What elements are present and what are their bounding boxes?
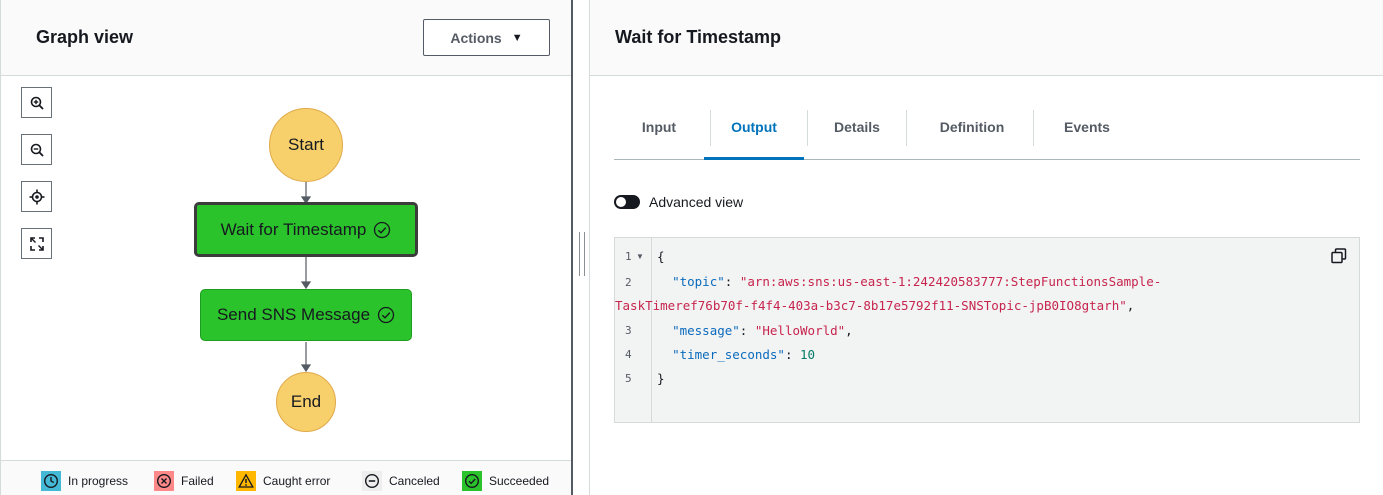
send-sns-message-node[interactable]: Send SNS Message bbox=[200, 289, 412, 341]
line-number-gutter: 1 ▼ 2 3 4 5 bbox=[615, 238, 652, 422]
tab-input[interactable]: Input bbox=[614, 102, 704, 160]
message-key: "message" bbox=[672, 323, 740, 338]
toggle-knob bbox=[616, 197, 626, 207]
panel-splitter[interactable] bbox=[571, 0, 589, 495]
sns-node-label: Send SNS Message bbox=[216, 305, 371, 324]
clock-icon bbox=[41, 471, 61, 491]
detail-panel-header: Wait for Timestamp bbox=[590, 0, 1383, 76]
minus-circle-icon bbox=[362, 471, 382, 491]
legend-caught-error: Caught error bbox=[236, 471, 330, 491]
output-code-viewer[interactable]: 1 ▼ 2 3 4 5 { "topic": "arn:aws:sns:us-e… bbox=[614, 237, 1360, 423]
code-line-4: "timer_seconds": 10 bbox=[672, 347, 816, 362]
legend-failed: Failed bbox=[154, 471, 214, 491]
end-node-label: End bbox=[290, 392, 322, 411]
tab-divider bbox=[1033, 110, 1034, 146]
code-line-2-wrap: TaskTimeref76b70f-f4f4-403a-b3c7-8b17e57… bbox=[615, 298, 1135, 313]
check-circle-icon bbox=[374, 221, 391, 238]
advanced-view-toggle-row: Advanced view bbox=[614, 192, 743, 212]
wait-for-timestamp-node[interactable]: Wait for Timestamp bbox=[194, 202, 418, 257]
legend-in-progress: In progress bbox=[41, 471, 128, 491]
start-node-label: Start bbox=[288, 135, 324, 154]
tab-definition[interactable]: Definition bbox=[912, 102, 1032, 160]
tab-divider bbox=[906, 110, 907, 146]
tab-details[interactable]: Details bbox=[811, 102, 903, 160]
advanced-view-toggle[interactable] bbox=[614, 195, 640, 209]
timer-seconds-value: 10 bbox=[800, 347, 816, 362]
code-line-1: { bbox=[657, 249, 665, 264]
warning-icon bbox=[236, 471, 256, 491]
tab-output[interactable]: Output bbox=[704, 102, 804, 160]
detail-panel-title: Wait for Timestamp bbox=[615, 27, 782, 47]
check-circle-icon bbox=[462, 471, 482, 491]
detail-tabs: Input Output Details Definition Events bbox=[614, 102, 1360, 160]
close-brace: } bbox=[657, 371, 665, 386]
code-line-3: "message": "HelloWorld", bbox=[672, 323, 853, 338]
legend-succeeded: Succeeded bbox=[462, 471, 549, 491]
line-number: 4 bbox=[625, 348, 632, 361]
splitter-line bbox=[571, 0, 573, 495]
topic-key: "topic" bbox=[672, 274, 725, 289]
legend-label: In progress bbox=[68, 474, 129, 488]
line-number: 1 bbox=[625, 250, 632, 263]
line-number: 3 bbox=[625, 324, 632, 337]
open-brace: { bbox=[657, 249, 665, 264]
check-circle-icon bbox=[377, 306, 395, 324]
legend-label: Canceled bbox=[389, 474, 440, 488]
graph-panel: Graph view Actions ▼ Start Wait for Time… bbox=[0, 0, 572, 495]
end-node[interactable]: End bbox=[276, 372, 336, 432]
wait-node-label: Wait for Timestamp bbox=[220, 219, 367, 239]
legend-label: Caught error bbox=[263, 474, 331, 488]
start-node[interactable]: Start bbox=[269, 108, 343, 182]
fold-arrow-icon[interactable]: ▼ bbox=[636, 252, 644, 261]
code-line-5: } bbox=[657, 371, 665, 386]
copy-icon[interactable] bbox=[1331, 248, 1347, 264]
legend-label: Succeeded bbox=[489, 474, 550, 488]
x-circle-icon bbox=[154, 471, 174, 491]
advanced-view-label: Advanced view bbox=[649, 194, 744, 210]
legend-canceled: Canceled bbox=[362, 471, 440, 491]
tab-divider bbox=[807, 110, 808, 146]
legend-label: Failed bbox=[181, 474, 214, 488]
topic-value-cont: TaskTimeref76b70f-f4f4-403a-b3c7-8b17e57… bbox=[615, 298, 1127, 313]
resize-handle[interactable] bbox=[579, 232, 585, 276]
line-number: 5 bbox=[625, 372, 632, 385]
timer-seconds-key: "timer_seconds" bbox=[672, 347, 785, 362]
line-number: 2 bbox=[625, 276, 632, 289]
tab-events[interactable]: Events bbox=[1037, 102, 1137, 160]
status-legend: In progress Failed Caught error Canceled… bbox=[1, 460, 572, 495]
code-line-2: "topic": "arn:aws:sns:us-east-1:24242058… bbox=[672, 274, 1162, 289]
topic-value: "arn:aws:sns:us-east-1:242420583777:Step… bbox=[739, 274, 1162, 289]
state-detail-panel: Wait for Timestamp Input Output Details … bbox=[589, 0, 1383, 495]
message-value: "HelloWorld" bbox=[754, 323, 846, 338]
